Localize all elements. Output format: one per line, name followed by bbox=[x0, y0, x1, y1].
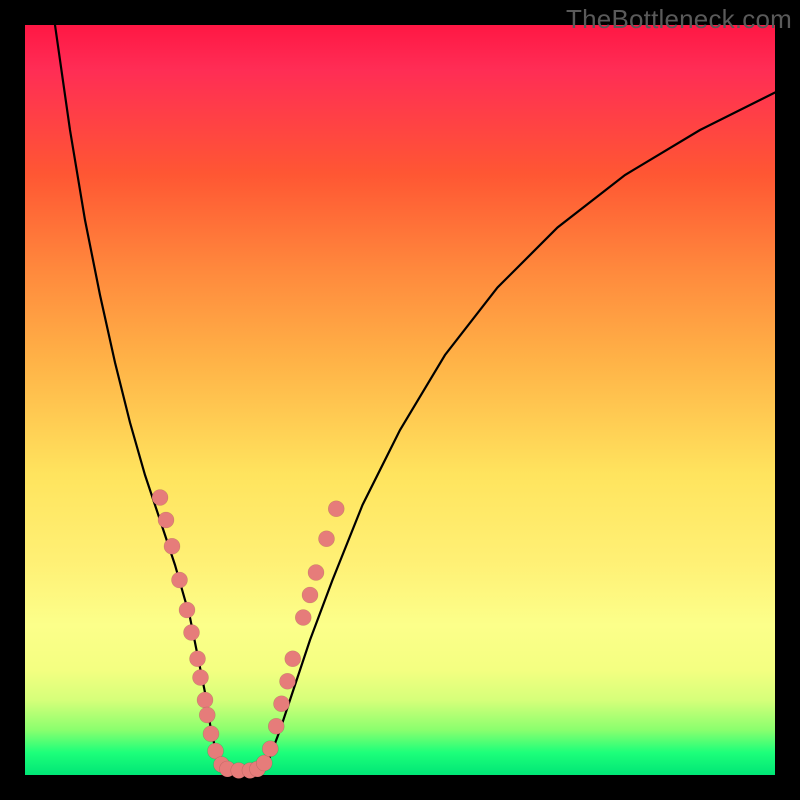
chart-svg bbox=[25, 25, 775, 775]
data-point-dot bbox=[274, 696, 290, 712]
data-point-dot bbox=[328, 501, 344, 517]
data-point-dot bbox=[280, 673, 296, 689]
data-point-dot bbox=[152, 490, 168, 506]
data-point-dot bbox=[164, 538, 180, 554]
bottleneck-curve bbox=[55, 25, 775, 774]
data-point-dot bbox=[158, 512, 174, 528]
data-point-dot bbox=[203, 726, 219, 742]
data-point-dot bbox=[256, 755, 272, 771]
curve-group bbox=[55, 25, 775, 774]
data-point-dot bbox=[184, 625, 200, 641]
data-point-dot bbox=[262, 741, 278, 757]
data-point-dot bbox=[319, 531, 335, 547]
data-point-dot bbox=[302, 587, 318, 603]
data-point-dot bbox=[190, 651, 206, 667]
chart-plot-area bbox=[25, 25, 775, 775]
watermark-text: TheBottleneck.com bbox=[566, 4, 792, 35]
chart-frame: TheBottleneck.com bbox=[0, 0, 800, 800]
data-point-dot bbox=[199, 707, 215, 723]
scatter-dots-group bbox=[152, 490, 344, 779]
data-point-dot bbox=[295, 610, 311, 626]
data-point-dot bbox=[193, 670, 209, 686]
data-point-dot bbox=[268, 718, 284, 734]
data-point-dot bbox=[285, 651, 301, 667]
data-point-dot bbox=[308, 565, 324, 581]
data-point-dot bbox=[197, 692, 213, 708]
data-point-dot bbox=[179, 602, 195, 618]
data-point-dot bbox=[172, 572, 188, 588]
